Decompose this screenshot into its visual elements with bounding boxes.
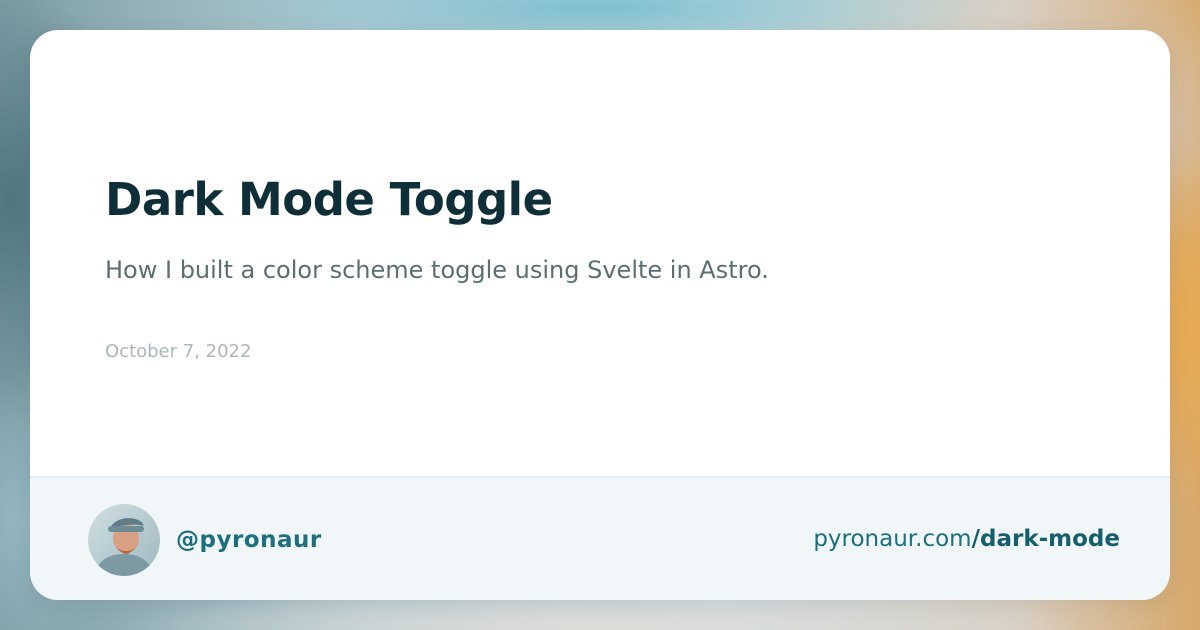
post-card-footer: @pyronaur pyronaur.com/dark-mode bbox=[30, 476, 1170, 600]
post-card: Dark Mode Toggle How I built a color sch… bbox=[30, 30, 1170, 600]
author-photo-icon bbox=[88, 504, 160, 576]
post-title: Dark Mode Toggle bbox=[105, 173, 553, 226]
avatar bbox=[88, 504, 160, 576]
author-handle[interactable]: @pyronaur bbox=[176, 527, 322, 553]
post-url[interactable]: pyronaur.com/dark-mode bbox=[813, 522, 1120, 556]
post-url-path: /dark-mode bbox=[971, 526, 1120, 552]
post-date: October 7, 2022 bbox=[105, 341, 252, 362]
post-description: How I built a color scheme toggle using … bbox=[105, 256, 769, 284]
post-card-body: Dark Mode Toggle How I built a color sch… bbox=[30, 30, 1170, 476]
post-url-domain: pyronaur.com bbox=[813, 526, 972, 552]
author-info: @pyronaur bbox=[88, 504, 322, 576]
